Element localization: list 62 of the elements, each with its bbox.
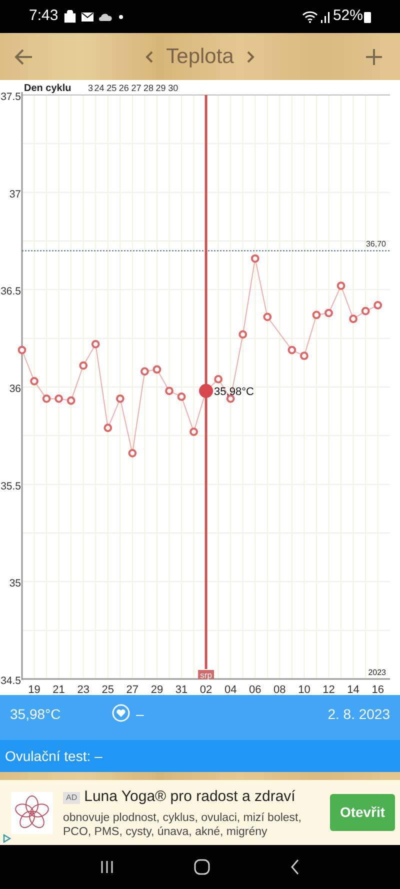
recent-apps-icon[interactable] [99, 859, 115, 875]
y-tick-label: 37.5 [0, 91, 21, 103]
back-icon[interactable] [289, 858, 301, 876]
cycle-day: 28 [144, 83, 154, 93]
ad-title: Luna Yoga® pro radost a zdraví [84, 787, 296, 808]
selected-value-label: 35,98°C [214, 386, 254, 398]
cycle-day: 3 [88, 83, 94, 93]
reference-label: 36,70 [366, 240, 386, 249]
y-tick-label: 37 [9, 188, 21, 200]
cycle-day: 29 [156, 83, 166, 93]
x-tick-label: 02 [200, 684, 212, 695]
x-tick-label: 08 [274, 684, 286, 695]
dot-icon [119, 14, 124, 18]
mail-icon [81, 12, 94, 22]
selected-data-point[interactable] [199, 384, 214, 398]
x-tick-label: 31 [175, 684, 188, 695]
x-tick-label: 19 [28, 684, 40, 695]
x-tick-label: 21 [52, 684, 65, 695]
y-tick-label: 35 [9, 578, 21, 590]
month-label: srp [198, 670, 214, 680]
cloud-icon [99, 12, 112, 21]
x-tick-label: 10 [298, 684, 310, 695]
screen-title: Teplota [166, 44, 234, 70]
x-tick-label: 23 [77, 684, 90, 695]
y-tick-label: 36 [9, 383, 21, 395]
cycle-day: 30 [168, 83, 178, 93]
cycle-label: Den cyklu [24, 83, 72, 94]
ovulation-test-label: Ovulační test: – [5, 746, 102, 766]
x-tick-label: 04 [224, 684, 237, 695]
shopping-bag-icon [64, 10, 76, 23]
temperature-value: 35,98°C [10, 705, 62, 724]
x-tick-label: 06 [249, 684, 262, 695]
cycle-day: 27 [131, 83, 142, 93]
x-tick-label: 14 [347, 684, 360, 695]
x-tick-label: 27 [126, 684, 139, 695]
signal-icon [320, 10, 330, 22]
ad-choices-icon[interactable] [3, 834, 11, 843]
x-tick-label: 12 [322, 684, 335, 695]
y-tick-label: 35.5 [0, 480, 21, 492]
y-tick-label: 34.5 [0, 675, 21, 687]
flower-logo-icon [11, 792, 53, 834]
home-icon[interactable] [193, 858, 211, 876]
ad-banner[interactable]: AD Luna Yoga® pro radost a zdraví obnovuje plodnost, cyklus, ovulaci, mizí bolest, PCO, PMS, cysty, únava, akné, migrény Otevřit [0, 780, 400, 845]
date-label: 2. 8. 2023 [328, 705, 390, 724]
wifi-icon [302, 10, 318, 23]
selected-day-line[interactable] [204, 95, 208, 669]
x-tick-label: 16 [372, 684, 384, 695]
cycle-day: 25 [106, 83, 117, 93]
previous-chevron-icon[interactable] [144, 50, 154, 64]
year-label: 2023 [368, 668, 386, 677]
status-time: 7:43 [29, 6, 58, 26]
next-chevron-icon[interactable] [246, 50, 256, 64]
x-tick-label: 25 [102, 684, 114, 695]
cycle-day: 26 [118, 83, 129, 93]
ad-badge: AD [63, 792, 80, 804]
cycle-day: 24 [94, 83, 104, 93]
battery-percentage: 52% [332, 6, 363, 26]
battery-icon [364, 10, 371, 22]
x-tick-label: 29 [150, 684, 164, 695]
ad-description: obnovuje plodnost, cyklus, ovulaci, mizí bolest, PCO, PMS, cysty, únava, akné, migrény [63, 810, 302, 839]
y-tick-label: 36.5 [0, 286, 21, 298]
heart-value: – [136, 705, 144, 724]
